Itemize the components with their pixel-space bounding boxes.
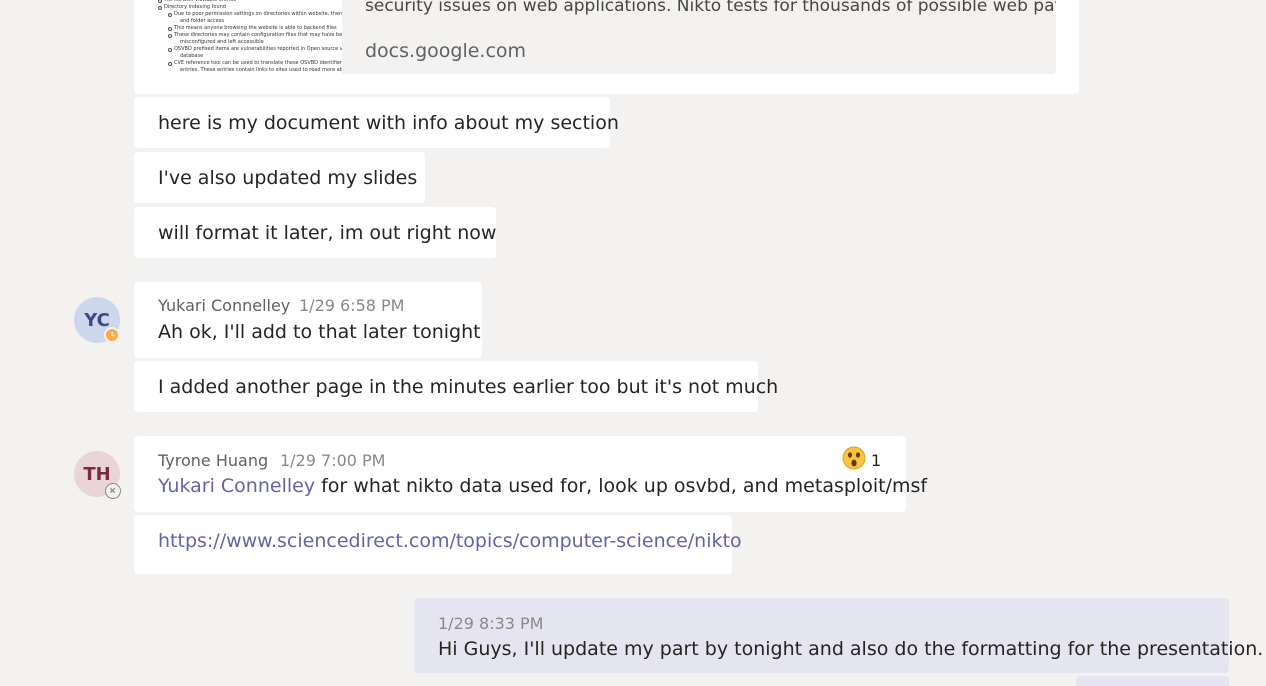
message-timestamp: 1/29 8:33 PM — [438, 614, 544, 633]
link-preview-domain: docs.google.com — [365, 40, 527, 62]
status-away-icon — [104, 327, 120, 343]
thumbnail-line: This means anyone browsing the website i… — [174, 25, 337, 31]
message-text: I added another page in the minutes earl… — [158, 376, 779, 398]
message-bubble: Yukari Connelley 1/29 6:58 PM Ah ok, I'l… — [134, 282, 482, 358]
thumbnail-bullet — [168, 62, 172, 66]
thumbnail-line: database — [180, 53, 204, 59]
own-message-bubble-next — [1076, 676, 1229, 686]
sender-name[interactable]: Tyrone Huang — [158, 451, 268, 470]
message-text: Ah ok, I'll add to that later tonight — [158, 321, 481, 343]
message-timestamp: 1/29 6:58 PM — [299, 296, 405, 315]
message-bubble: here is my document with info about my s… — [134, 97, 619, 148]
avatar-initials: TH — [83, 463, 111, 485]
message-bubble: I added another page in the minutes earl… — [134, 361, 778, 412]
sender-name[interactable]: Yukari Connelley — [158, 296, 290, 315]
reaction-count: 1 — [871, 451, 882, 470]
message-bubble: https://www.sciencedirect.com/topics/com… — [134, 515, 742, 574]
thumbnail-bullet — [168, 48, 172, 52]
thumbnail-line: and folder access — [180, 18, 224, 24]
thumbnail-line: These directories may contain configurat… — [174, 32, 342, 38]
message-text-rest: for what nikto data used for, look up os… — [315, 475, 928, 497]
url-link[interactable]: https://www.sciencedirect.com/topics/com… — [158, 530, 742, 552]
link-preview-snippet: security issues on web applications. Nik… — [365, 0, 1056, 16]
thumbnail-bullet — [168, 13, 172, 17]
thumbnail-bullet — [158, 6, 162, 10]
thumbnail-line: OSVBD prefixed items are vulnerabilities… — [174, 46, 342, 52]
message-text: I've also updated my slides — [158, 167, 418, 189]
link-preview-container: Server Details – ApacheTxt file with vie… — [134, 0, 1079, 94]
mention-link[interactable]: Yukari Connelley — [158, 475, 315, 497]
surprised-emoji-icon — [842, 446, 866, 470]
thumbnail-bullet — [168, 34, 172, 38]
message-timestamp: 1/29 7:00 PM — [280, 451, 386, 470]
thumbnail-line: Directory indexing found — [164, 4, 226, 10]
thumbnail-line: misconfigured and left accessible — [180, 39, 264, 45]
thumbnail-line: Txt file with viewable entries — [164, 0, 237, 3]
message-bubble: I've also updated my slides — [134, 152, 425, 203]
document-thumbnail: Server Details – ApacheTxt file with vie… — [142, 0, 342, 74]
thumbnail-bullet — [168, 27, 172, 31]
thumbnail-bullet — [158, 0, 162, 3]
status-offline-icon — [105, 483, 121, 499]
thumbnail-line: Due to poor permission settings on direc… — [174, 11, 342, 17]
message-bubble: Tyrone Huang 1/29 7:00 PM 1 Yukari Conne… — [134, 436, 927, 512]
message-text: here is my document with info about my s… — [158, 112, 619, 134]
thumbnail-line: entries. These entries contain links to … — [180, 67, 342, 73]
own-message-bubble: 1/29 8:33 PM Hi Guys, I'll update my par… — [414, 598, 1263, 673]
reaction-surprised[interactable]: 1 — [842, 446, 888, 472]
message-text: Yukari Connelley for what nikto data use… — [158, 475, 927, 497]
avatar-initials: YC — [84, 309, 110, 331]
link-preview-card[interactable]: Server Details – ApacheTxt file with vie… — [142, 0, 1056, 74]
message-bubble: will format it later, im out right now — [134, 207, 496, 258]
message-text: Hi Guys, I'll update my part by tonight … — [438, 638, 1264, 660]
message-text: will format it later, im out right now — [158, 222, 497, 244]
thumbnail-line: CVE reference tool can be used to transl… — [174, 60, 342, 66]
